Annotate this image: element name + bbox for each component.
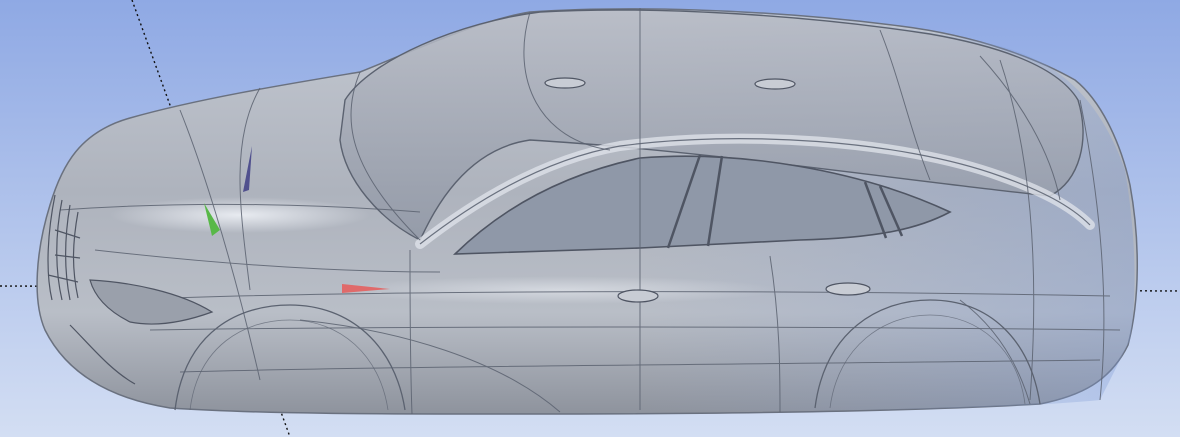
3d-viewport[interactable] bbox=[0, 0, 1180, 437]
hood-highlight bbox=[110, 197, 370, 233]
mirror-roof-handle-1 bbox=[544, 77, 586, 89]
mirror-roof-handle-2 bbox=[754, 78, 796, 90]
viewport-canvas[interactable] bbox=[0, 0, 1180, 437]
rear-door-handle bbox=[825, 282, 871, 296]
front-door-handle bbox=[617, 289, 659, 303]
